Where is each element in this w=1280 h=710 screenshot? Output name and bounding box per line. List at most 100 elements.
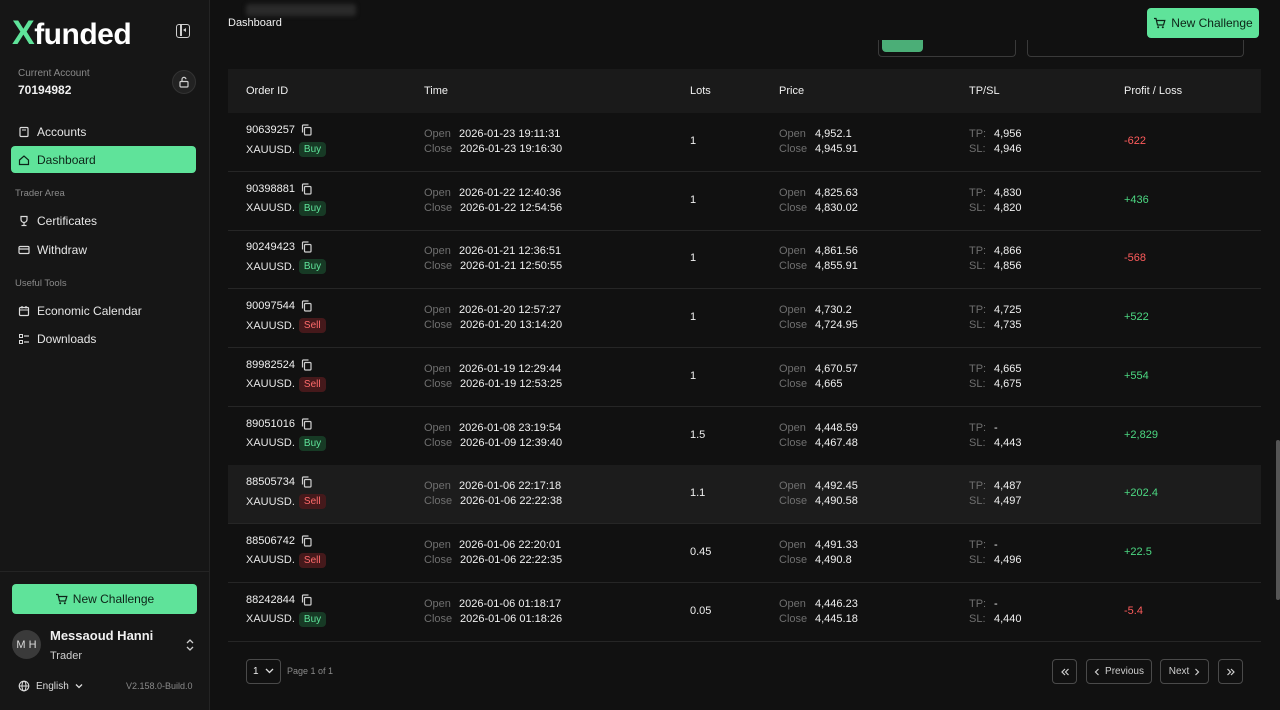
order-id-value: 88242844 [246, 593, 295, 606]
copy-icon[interactable] [301, 359, 312, 371]
open-time-value: 2026-01-06 22:20:01 [459, 538, 562, 551]
tp-value: 4,487 [994, 480, 1022, 493]
tp-label: TP: [969, 186, 987, 199]
open-time: Open 2026-01-22 12:40:36 [424, 187, 561, 199]
sl-label: SL: [969, 495, 986, 508]
table-row[interactable]: 90249423 XAUUSD. Buy Open 2026-01-21 12:36:5… [228, 230, 1261, 290]
sidebar-new-challenge-button[interactable]: New Challenge [12, 584, 197, 614]
open-label: Open [779, 186, 806, 199]
order-symbol: XAUUSD. Sell [246, 494, 326, 510]
tp-label: TP: [969, 597, 987, 610]
sl-value: 4,675 [994, 377, 1022, 390]
sl-label: SL: [969, 143, 986, 155]
chevron-up-down-icon[interactable] [185, 638, 195, 652]
close-price-value: 4,490.58 [815, 495, 858, 508]
sl-label: SL: [969, 319, 986, 332]
table-row[interactable]: 88505734 XAUUSD. Sell Open 2026-01-06 22:17:… [228, 465, 1261, 525]
copy-icon[interactable] [301, 476, 312, 488]
language-selector[interactable]: English [18, 680, 89, 692]
close-time-value: 2026-01-20 13:14:20 [460, 319, 563, 332]
order-id: 88505734 [246, 476, 312, 488]
close-price-value: 4,724.95 [815, 319, 858, 332]
open-time: Open 2026-01-21 12:36:51 [424, 245, 561, 257]
close-time-value: 2026-01-09 12:39:40 [460, 436, 563, 449]
open-label: Open [779, 597, 806, 610]
stop-loss: SL: 4,856 [969, 260, 1022, 272]
open-price-value: 4,491.33 [815, 538, 858, 551]
copy-icon[interactable] [301, 241, 312, 253]
unlock-icon[interactable] [172, 70, 196, 94]
tp-value: 4,866 [994, 245, 1022, 258]
close-label: Close [779, 201, 808, 214]
current-account-label: Current Account [18, 68, 90, 79]
page-size-select[interactable]: 1 [246, 659, 281, 684]
copy-icon[interactable] [301, 300, 312, 312]
order-id: 88242844 [246, 594, 312, 606]
copy-icon[interactable] [301, 417, 312, 430]
filter-tab-active[interactable] [882, 40, 923, 52]
order-id-value: 88506742 [246, 534, 295, 547]
tp-label: TP: [969, 245, 987, 258]
table-row[interactable]: 90097544 XAUUSD. Sell Open 2026-01-20 12:57:… [228, 289, 1261, 349]
avatar[interactable]: M H [12, 630, 41, 659]
open-price: Open 4,448.59 [779, 422, 858, 434]
header-new-challenge-button[interactable]: New Challenge [1147, 8, 1259, 38]
table-row[interactable]: 90639257 XAUUSD. Buy Open 2026-01-23 19:11:3… [228, 113, 1261, 172]
close-label: Close [424, 377, 453, 390]
profit-loss-value: +22.5 [1124, 545, 1152, 558]
previous-label: Previous [1105, 666, 1144, 677]
first-page-button[interactable] [1052, 659, 1077, 684]
breadcrumb[interactable]: Dashboard [228, 17, 282, 29]
tp-label: TP: [969, 538, 987, 551]
open-time-value: 2026-01-21 12:36:51 [459, 245, 562, 258]
copy-icon[interactable] [301, 124, 312, 136]
nav-dashboard[interactable]: Dashboard [11, 146, 196, 173]
sl-label: SL: [969, 377, 986, 390]
open-label: Open [779, 245, 806, 258]
nav-certificates[interactable]: Certificates [11, 207, 196, 234]
last-page-button[interactable] [1218, 659, 1243, 684]
close-price: Close 4,490.8 [779, 554, 852, 566]
nav-downloads-label: Downloads [37, 331, 97, 346]
col-price: Price [779, 85, 805, 97]
take-profit: TP: - [969, 422, 998, 434]
copy-icon[interactable] [301, 593, 312, 606]
table-row[interactable]: 88506742 XAUUSD. Sell Open 2026-01-06 22:20:… [228, 524, 1261, 583]
close-price-value: 4,665 [815, 377, 843, 390]
page-scrollbar[interactable] [1276, 440, 1280, 600]
brand-logo[interactable]: Xfunded [12, 14, 132, 53]
col-profit-loss: Profit / Loss [1124, 85, 1183, 97]
open-label: Open [424, 304, 451, 317]
close-label: Close [424, 319, 453, 332]
user-name: Messaoud Hanni [50, 628, 154, 643]
filter-date-range[interactable] [1027, 40, 1244, 57]
table-row[interactable]: 89051016 XAUUSD. Buy Open 2026-01-08 23:19:5… [228, 407, 1261, 466]
nav-downloads[interactable]: Downloads [11, 325, 196, 352]
page-size-value: 1 [253, 666, 259, 677]
next-page-button[interactable]: Next [1160, 659, 1209, 684]
table-row[interactable]: 90398881 XAUUSD. Buy Open 2026-01-22 12:40:3… [228, 172, 1261, 231]
order-id-value: 89051016 [246, 417, 295, 430]
nav-economic-calendar[interactable]: Economic Calendar [11, 297, 196, 324]
open-time-value: 2026-01-19 12:29:44 [459, 362, 562, 375]
open-price-value: 4,730.2 [815, 304, 852, 317]
previous-page-button[interactable]: Previous [1086, 659, 1152, 684]
copy-icon[interactable] [301, 183, 312, 195]
copy-icon[interactable] [301, 535, 312, 547]
open-price-value: 4,670.57 [815, 362, 858, 375]
nav-withdraw[interactable]: Withdraw [11, 236, 196, 263]
nav-accounts[interactable]: Accounts [11, 118, 196, 145]
close-time: Close 2026-01-20 13:14:20 [424, 319, 562, 332]
sl-label: SL: [969, 436, 986, 449]
table-row[interactable]: 89982524 XAUUSD. Sell Open 2026-01-19 12:29:… [228, 348, 1261, 407]
table-row[interactable]: 88242844 XAUUSD. Buy Open 2026-01-06 01:18:1… [228, 583, 1261, 642]
close-label: Close [779, 260, 808, 273]
collapse-sidebar-icon[interactable] [176, 24, 190, 38]
open-label: Open [779, 480, 806, 493]
close-time-value: 2026-01-06 22:22:38 [460, 495, 563, 508]
open-price: Open 4,952.1 [779, 128, 852, 140]
close-price: Close 4,830.02 [779, 201, 858, 214]
open-price: Open 4,825.63 [779, 186, 858, 199]
open-time-value: 2026-01-06 01:18:17 [459, 597, 562, 610]
close-label: Close [424, 260, 453, 273]
